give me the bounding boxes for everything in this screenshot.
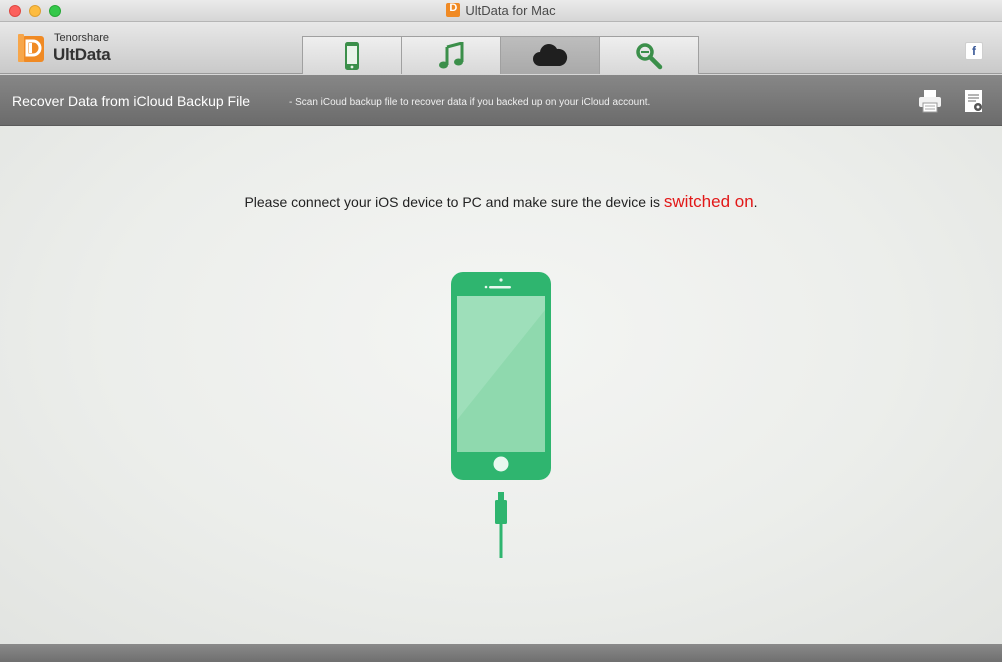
header-bar: Recover Data from iCloud Backup File - S…	[0, 75, 1002, 126]
main-content: Please connect your iOS device to PC and…	[0, 126, 1002, 644]
instruction-end: .	[753, 194, 758, 210]
music-note-icon	[439, 41, 464, 68]
iphone-icon	[345, 41, 359, 70]
iphone-with-cable-icon	[451, 272, 551, 558]
page-title: Recover Data from iCloud Backup File	[12, 93, 251, 109]
cloud-icon	[533, 43, 568, 66]
document-settings-icon[interactable]	[961, 88, 987, 114]
toolbar: Tenorshare UltData f	[0, 22, 1002, 74]
instruction-highlight: switched on	[663, 192, 754, 211]
tab-icloud-backup[interactable]	[500, 36, 600, 74]
mode-tabs	[302, 36, 699, 74]
tab-itunes-backup[interactable]	[401, 36, 501, 74]
window-title-text: UltData for Mac	[465, 3, 556, 18]
facebook-button[interactable]: f	[965, 42, 983, 60]
ultdata-logo-icon	[18, 34, 44, 62]
instruction-text: Please connect your iOS device to PC and…	[244, 194, 664, 210]
app-icon	[446, 2, 461, 17]
brand-product: UltData	[53, 45, 111, 64]
brand-company: Tenorshare	[54, 32, 110, 44]
repair-tools-icon	[636, 42, 663, 69]
page-description: - Scan iCoud backup file to recover data…	[289, 97, 651, 108]
connect-instruction: Please connect your iOS device to PC and…	[0, 192, 1002, 212]
tab-repair-tools[interactable]	[599, 36, 699, 74]
window-title: UltData for Mac	[0, 2, 1002, 18]
tab-ios-device[interactable]	[302, 36, 402, 74]
facebook-icon: f	[972, 44, 976, 58]
printer-icon[interactable]	[917, 88, 943, 114]
footer-bar	[0, 644, 1002, 662]
title-bar: UltData for Mac	[0, 0, 1002, 22]
